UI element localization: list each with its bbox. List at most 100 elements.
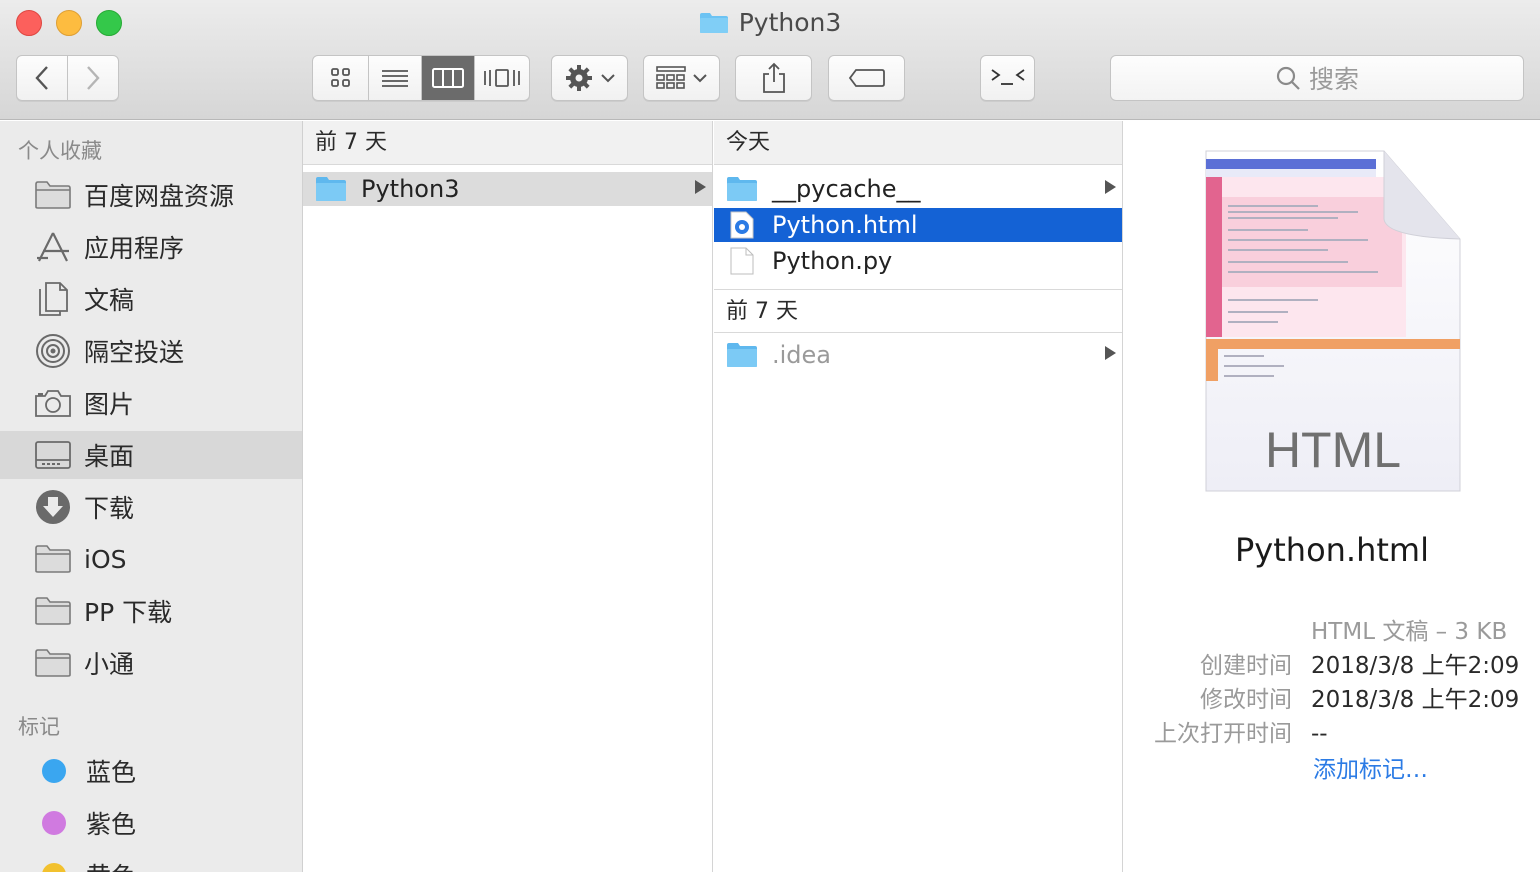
- folder-icon: [34, 645, 72, 681]
- sidebar-item-label: 图片: [84, 390, 135, 419]
- created-value: 2018/3/8 上午2:09: [1311, 653, 1520, 679]
- disclosure-arrow-icon: [695, 180, 706, 194]
- sidebar-item-label: 应用程序: [84, 234, 185, 263]
- sidebar-item-label: 小通: [84, 650, 135, 679]
- cover-flow-icon: [483, 69, 520, 87]
- sidebar-item-label: PP 下载: [84, 598, 173, 627]
- created-label: 创建时间: [1200, 653, 1292, 679]
- sidebar-item-label: 黄色: [86, 857, 136, 872]
- file-icon: [726, 247, 758, 275]
- column-section-header: 前 7 天: [303, 121, 712, 165]
- sidebar-item-label: 下载: [84, 494, 135, 523]
- sidebar-item-pictures[interactable]: 图片: [0, 379, 302, 427]
- preview-file-name: Python.html: [1235, 531, 1429, 569]
- list-item-python3-folder[interactable]: Python3: [303, 172, 712, 206]
- window-toolbar: Python3 搜索: [0, 0, 1540, 120]
- list-item-label: Python.html: [772, 211, 918, 239]
- column-section-header: 今天: [714, 121, 1122, 165]
- favorites-heading: 个人收藏: [18, 139, 102, 163]
- tag-color-dot: [42, 811, 66, 835]
- sidebar-item-downloads[interactable]: 下载: [0, 483, 302, 531]
- sidebar-item-label: 隔空投送: [84, 338, 185, 367]
- folder-icon: [34, 593, 72, 629]
- file-thumbnail: HTML: [1204, 149, 1462, 493]
- sidebar-item-label: 文稿: [84, 286, 135, 315]
- back-button[interactable]: [17, 56, 68, 100]
- share-icon: [762, 62, 785, 93]
- last-opened-label: 上次打开时间: [1154, 721, 1292, 747]
- sidebar-item-desktop[interactable]: 桌面: [0, 431, 302, 479]
- arrange-icon: [655, 66, 686, 89]
- sidebar-tag-purple[interactable]: 紫色: [0, 799, 302, 847]
- folder-icon: [34, 541, 72, 577]
- tag-icon: [848, 69, 885, 87]
- share-button[interactable]: [735, 55, 812, 101]
- arrange-menu-button[interactable]: [643, 55, 720, 101]
- window-title-text: Python3: [738, 8, 842, 37]
- folder-icon: [726, 342, 758, 368]
- sidebar-tag-yellow[interactable]: 黄色: [0, 851, 302, 872]
- sidebar-tag-blue[interactable]: 蓝色: [0, 747, 302, 795]
- search-icon: [1276, 66, 1300, 90]
- documents-icon: [34, 281, 72, 317]
- sidebar-item-pp-downloads[interactable]: PP 下载: [0, 587, 302, 635]
- back-forward-group: [16, 55, 119, 101]
- list-item-label: Python.py: [772, 247, 893, 275]
- modified-value: 2018/3/8 上午2:09: [1311, 687, 1520, 713]
- sidebar-item-airdrop[interactable]: 隔空投送: [0, 327, 302, 375]
- sidebar-item-ios[interactable]: iOS: [0, 535, 302, 583]
- sidebar-item-label: iOS: [84, 544, 127, 574]
- edit-tags-button[interactable]: [828, 55, 905, 101]
- list-item-label: .idea: [772, 341, 832, 369]
- desktop-icon: [34, 437, 72, 473]
- thumbnail-type-label: HTML: [1264, 422, 1402, 478]
- folder-icon: [315, 176, 347, 202]
- sidebar-item-label: 紫色: [86, 810, 137, 839]
- sidebar-item-xiaotong[interactable]: 小通: [0, 639, 302, 687]
- tag-color-dot: [42, 759, 66, 783]
- sidebar-item-label: 桌面: [84, 442, 135, 471]
- chevron-left-icon: [35, 66, 48, 90]
- sidebar-item-documents[interactable]: 文稿: [0, 275, 302, 323]
- add-tags-link[interactable]: 添加标记…: [1313, 753, 1428, 787]
- list-item-pycache-folder[interactable]: __pycache__: [714, 172, 1122, 206]
- list-view-button[interactable]: [369, 56, 422, 100]
- column-view-button[interactable]: [422, 56, 475, 100]
- list-item-label: __pycache__: [772, 175, 921, 203]
- tag-color-dot: [42, 863, 66, 872]
- terminal-icon: [990, 69, 1025, 85]
- sidebar-item-applications[interactable]: 应用程序: [0, 223, 302, 271]
- chevron-down-icon: [600, 74, 615, 83]
- search-field[interactable]: 搜索: [1110, 55, 1524, 101]
- folder-icon: [699, 9, 729, 33]
- sidebar: 个人收藏 百度网盘资源 应用程序 文稿 隔空投送 图片 桌面 下载 iOS PP…: [0, 121, 303, 872]
- columns-icon: [431, 68, 464, 88]
- gear-icon: [565, 65, 592, 91]
- chevron-right-icon: [86, 66, 100, 90]
- sidebar-item-label: 百度网盘资源: [84, 182, 235, 211]
- forward-button[interactable]: [68, 56, 119, 100]
- gallery-view-button[interactable]: [475, 56, 529, 100]
- open-terminal-button[interactable]: [980, 55, 1035, 101]
- last-opened-value: --: [1311, 721, 1328, 747]
- preview-opened-row: 上次打开时间 --: [1124, 717, 1540, 751]
- window-title: Python3: [0, 6, 1540, 40]
- disclosure-arrow-icon: [1105, 180, 1116, 194]
- list-item-python-py[interactable]: Python.py: [714, 244, 1122, 278]
- action-menu-button[interactable]: [551, 55, 628, 101]
- browser-column-1: 前 7 天 Python3: [303, 121, 713, 872]
- sidebar-item-baidu-netdisk[interactable]: 百度网盘资源: [0, 171, 302, 219]
- search-placeholder: 搜索: [1308, 65, 1359, 94]
- list-item-idea-folder[interactable]: .idea: [714, 338, 1122, 372]
- browser-column-2: 今天 __pycache__ Python.html Python.py 前 7…: [714, 121, 1123, 872]
- view-mode-group: [312, 55, 530, 101]
- icon-view-button[interactable]: [313, 56, 370, 100]
- column-section-header: 前 7 天: [714, 289, 1122, 333]
- list-icon: [382, 70, 409, 87]
- grid-icon: [330, 68, 350, 87]
- modified-label: 修改时间: [1200, 687, 1292, 713]
- tags-heading: 标记: [18, 715, 60, 739]
- list-item-python-html[interactable]: Python.html: [714, 208, 1122, 242]
- disclosure-arrow-icon: [1105, 346, 1116, 360]
- preview-add-tags-row: 添加标记…: [1124, 753, 1540, 787]
